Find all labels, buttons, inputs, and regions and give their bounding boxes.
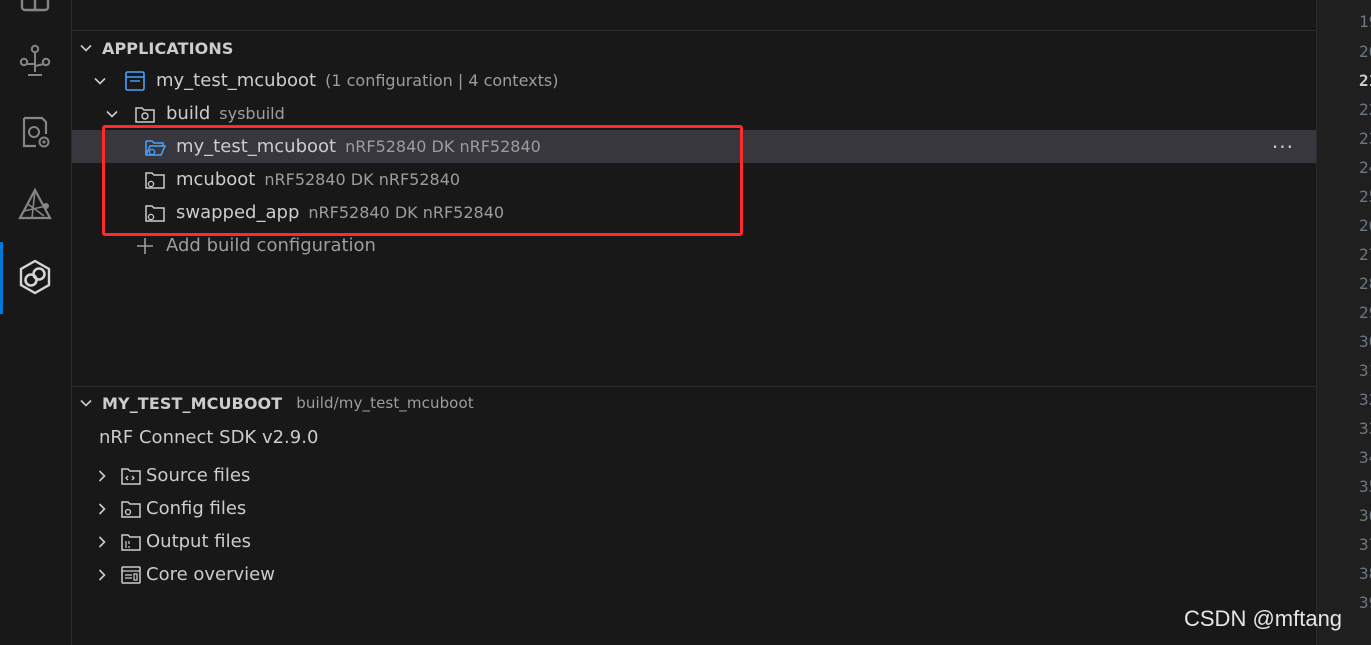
image-folder-icon bbox=[145, 204, 165, 222]
chevron-right-icon bbox=[98, 535, 106, 548]
config-files-icon bbox=[121, 500, 141, 518]
chevron-right-icon bbox=[98, 502, 106, 515]
line-number: 20 bbox=[1359, 42, 1371, 61]
image-board: nRF52840 DK nRF52840 bbox=[345, 137, 541, 156]
application-icon bbox=[125, 70, 145, 91]
build-name: build bbox=[166, 103, 211, 124]
image-folder-icon bbox=[145, 171, 165, 189]
image-name: mcuboot bbox=[176, 169, 256, 190]
source-control-graph-icon[interactable] bbox=[16, 42, 54, 80]
details-item-label: Output files bbox=[146, 531, 252, 552]
line-number: 26 bbox=[1359, 216, 1371, 235]
app-row[interactable]: my_test_mcuboot (1 configuration | 4 con… bbox=[72, 64, 1316, 97]
line-number: 30 bbox=[1359, 332, 1371, 351]
line-number: 34 bbox=[1359, 448, 1371, 467]
plus-icon bbox=[137, 237, 153, 254]
details-path: build/my_test_mcuboot bbox=[296, 394, 474, 412]
source-files-icon bbox=[121, 467, 141, 485]
more-actions-button[interactable]: ··· bbox=[1272, 130, 1294, 163]
line-number: 37 bbox=[1359, 535, 1371, 554]
active-view-indicator bbox=[0, 242, 3, 314]
line-number: 39 bbox=[1359, 593, 1371, 612]
image-row-swapped-app[interactable]: swapped_app nRF52840 DK nRF52840 bbox=[72, 196, 1316, 229]
details-item-core-overview[interactable]: Core overview bbox=[72, 558, 1316, 591]
line-number: 31 bbox=[1359, 361, 1371, 380]
app-description: (1 configuration | 4 contexts) bbox=[325, 71, 559, 90]
line-number: 25 bbox=[1359, 187, 1371, 206]
chevron-down-icon bbox=[106, 110, 118, 118]
line-number: 36 bbox=[1359, 506, 1371, 525]
add-build-label: Add build configuration bbox=[166, 235, 376, 256]
details-item-config-files[interactable]: Config files bbox=[72, 492, 1316, 525]
line-number-active: 21 bbox=[1359, 71, 1371, 90]
chevron-right-icon bbox=[98, 469, 106, 482]
app-name: my_test_mcuboot bbox=[156, 70, 317, 91]
details-item-output-files[interactable]: Output files bbox=[72, 525, 1316, 558]
line-number: 33 bbox=[1359, 419, 1371, 438]
applications-section-header[interactable]: APPLICATIONS bbox=[78, 37, 233, 59]
add-build-configuration-button[interactable]: Add build configuration bbox=[72, 229, 1316, 262]
details-item-label: Core overview bbox=[146, 564, 275, 585]
line-number: 29 bbox=[1359, 303, 1371, 322]
top-divider bbox=[72, 30, 1316, 31]
image-board: nRF52840 DK nRF52840 bbox=[264, 170, 461, 189]
chevron-down-icon bbox=[80, 44, 92, 52]
line-number: 38 bbox=[1359, 564, 1371, 583]
output-files-icon bbox=[121, 533, 141, 551]
image-row-mcuboot[interactable]: mcuboot nRF52840 DK nRF52840 bbox=[72, 163, 1316, 196]
nrf-triangle-icon[interactable] bbox=[16, 186, 54, 224]
applications-title: APPLICATIONS bbox=[102, 38, 234, 58]
image-name: swapped_app bbox=[176, 202, 300, 223]
line-number: 35 bbox=[1359, 477, 1371, 496]
watermark: CSDN @mftang bbox=[1184, 606, 1343, 631]
line-number: 23 bbox=[1359, 129, 1371, 148]
image-board: nRF52840 DK nRF52840 bbox=[308, 203, 505, 222]
line-number: 32 bbox=[1359, 390, 1371, 409]
editor-line-numbers: 19 20 21 22 23 24 25 26 27 28 29 30 31 3… bbox=[1316, 0, 1371, 645]
chevron-right-icon bbox=[98, 568, 106, 581]
line-number: 28 bbox=[1359, 274, 1371, 293]
core-overview-icon bbox=[121, 565, 141, 584]
build-folder-icon bbox=[135, 106, 155, 123]
line-number: 22 bbox=[1359, 100, 1371, 119]
devicetree-icon[interactable] bbox=[16, 114, 54, 152]
build-row[interactable]: build sysbuild bbox=[72, 97, 1316, 130]
details-title: MY_TEST_MCUBOOT bbox=[102, 393, 283, 413]
details-item-source-files[interactable]: Source files bbox=[72, 459, 1316, 492]
details-section-header[interactable]: MY_TEST_MCUBOOT build/my_test_mcuboot bbox=[78, 392, 474, 414]
line-number: 27 bbox=[1359, 245, 1371, 264]
chevron-down-icon bbox=[94, 77, 106, 85]
activity-bar bbox=[0, 0, 72, 645]
image-row-my-test-mcuboot[interactable]: my_test_mcuboot nRF52840 DK nRF52840 ··· bbox=[72, 130, 1316, 163]
details-item-label: Config files bbox=[146, 498, 247, 519]
line-number: 19 bbox=[1359, 12, 1371, 31]
line-number: 24 bbox=[1359, 158, 1371, 177]
nrf-connect-icon[interactable] bbox=[16, 258, 54, 296]
build-description: sysbuild bbox=[219, 104, 285, 123]
sdk-version: nRF Connect SDK v2.9.0 bbox=[99, 427, 319, 448]
chevron-down-icon bbox=[80, 399, 92, 407]
details-item-label: Source files bbox=[146, 465, 251, 486]
image-folder-open-icon bbox=[145, 139, 166, 156]
extensions-icon[interactable] bbox=[16, 0, 54, 16]
section-divider bbox=[72, 386, 1316, 387]
image-name: my_test_mcuboot bbox=[176, 136, 337, 157]
